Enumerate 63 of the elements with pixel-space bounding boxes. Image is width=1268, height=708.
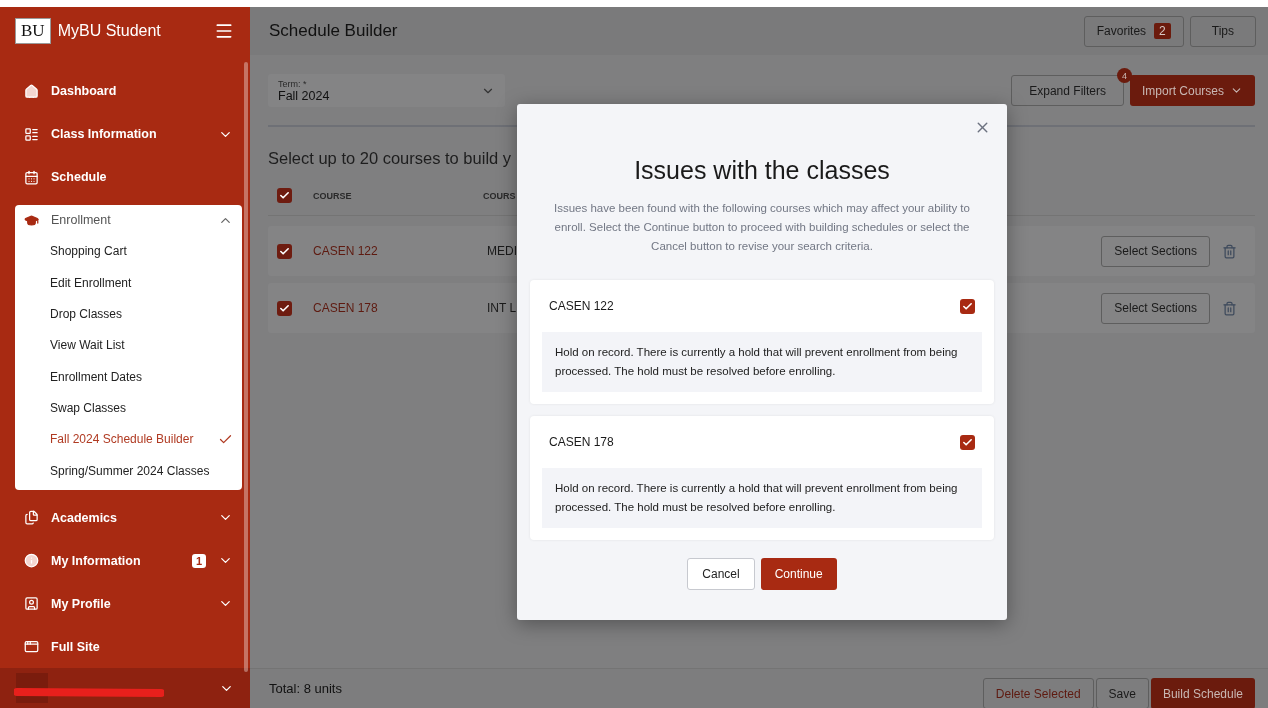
nav-subitem[interactable]: Shopping Cart xyxy=(15,235,242,268)
term-select[interactable]: Term: * Fall 2024 xyxy=(268,74,505,107)
nav-icon xyxy=(24,639,39,655)
instructions-text: Select up to 20 courses to build y xyxy=(268,149,513,168)
nav-item[interactable]: My Information xyxy=(51,553,180,568)
scrollbar[interactable] xyxy=(244,62,248,672)
count-badge: 2 xyxy=(1154,23,1171,39)
tips-button[interactable]: Tips xyxy=(1189,15,1256,47)
nav-item[interactable]: Academics xyxy=(51,510,206,525)
nav-subitem[interactable]: Drop Classes xyxy=(15,298,242,330)
nav-subitem[interactable]: Spring/Summer 2024 Classes xyxy=(15,454,242,487)
app-title: MyBU Student xyxy=(57,21,162,40)
nav-icon xyxy=(24,169,39,185)
issue-message: Hold on record. There is currently a hold that will prevent enrollment from being processed. The hold must be resolved before enrolling. xyxy=(542,332,982,392)
nav-item[interactable]: Dashboard xyxy=(51,84,233,99)
column-header: COURS xyxy=(483,190,517,201)
nav-item[interactable]: My Profile xyxy=(51,596,206,611)
course-code: CASEN 178 xyxy=(549,435,614,449)
select-sections-button[interactable]: Select Sections xyxy=(1101,235,1210,267)
continue-button[interactable]: Continue xyxy=(760,558,837,590)
nav-subitem[interactable]: Fall 2024 Schedule Builder xyxy=(15,423,242,455)
nav-subitem[interactable]: Enrollment Dates xyxy=(15,361,242,393)
dialog-title: Issues with the classes xyxy=(633,156,891,185)
table-cell-text: MEDI xyxy=(487,244,518,258)
check-icon xyxy=(279,190,290,201)
nav-icon xyxy=(24,596,39,612)
check-icon xyxy=(962,436,973,448)
count-badge: 1 xyxy=(191,553,206,568)
issue-message: Hold on record. There is currently a hold that will prevent enrollment from being processed. The hold must be resolved before enrolling. xyxy=(542,468,982,528)
graduation-cap-icon xyxy=(24,212,39,228)
course-code: CASEN 122 xyxy=(549,299,614,313)
nav-icon xyxy=(24,510,39,526)
logo: BU xyxy=(16,18,50,43)
favorites-button[interactable]: Favorites 2 xyxy=(1083,15,1184,47)
checkbox[interactable] xyxy=(277,188,292,203)
select-sections-button[interactable]: Select Sections xyxy=(1101,292,1210,324)
checkbox[interactable] xyxy=(960,298,975,314)
check-icon xyxy=(962,300,973,312)
column-header: COURSE xyxy=(313,190,353,201)
nav-subitem[interactable]: Edit Enrollment xyxy=(15,267,242,299)
nav-item[interactable]: Full Site xyxy=(51,639,233,654)
nav-item[interactable]: Schedule xyxy=(51,170,233,185)
count-badge: 4 xyxy=(1116,68,1132,83)
dialog-description: Issues have been found with the following courses which may affect your ability to enroll. Select the Continue button to proceed with building schedules or select the Cancel button to revise your search criteria. xyxy=(553,201,971,254)
nav-subitem[interactable]: View Wait List xyxy=(15,329,242,361)
total-units: Total: 8 units xyxy=(269,681,343,696)
page-title: Schedule Builder xyxy=(269,21,399,41)
check-icon xyxy=(279,302,290,314)
nav-item[interactable]: Enrollment xyxy=(51,213,206,228)
cancel-button[interactable]: Cancel xyxy=(687,558,755,590)
checkbox[interactable] xyxy=(960,434,975,450)
check-icon xyxy=(279,245,290,257)
nav-icon xyxy=(24,553,39,569)
checkbox[interactable] xyxy=(277,243,292,259)
nav-item[interactable]: Class Information xyxy=(51,127,206,142)
nav-subitem[interactable]: Swap Classes xyxy=(15,392,242,424)
nav-icon xyxy=(24,126,39,142)
table-cell-text: INT L xyxy=(487,301,518,315)
build-schedule-button[interactable]: Build Schedule xyxy=(1150,678,1255,708)
nav-icon xyxy=(24,83,39,99)
import-courses-button[interactable]: Import Courses xyxy=(1129,75,1255,106)
save-button[interactable]: Save xyxy=(1095,678,1149,708)
checkbox[interactable] xyxy=(277,300,292,316)
